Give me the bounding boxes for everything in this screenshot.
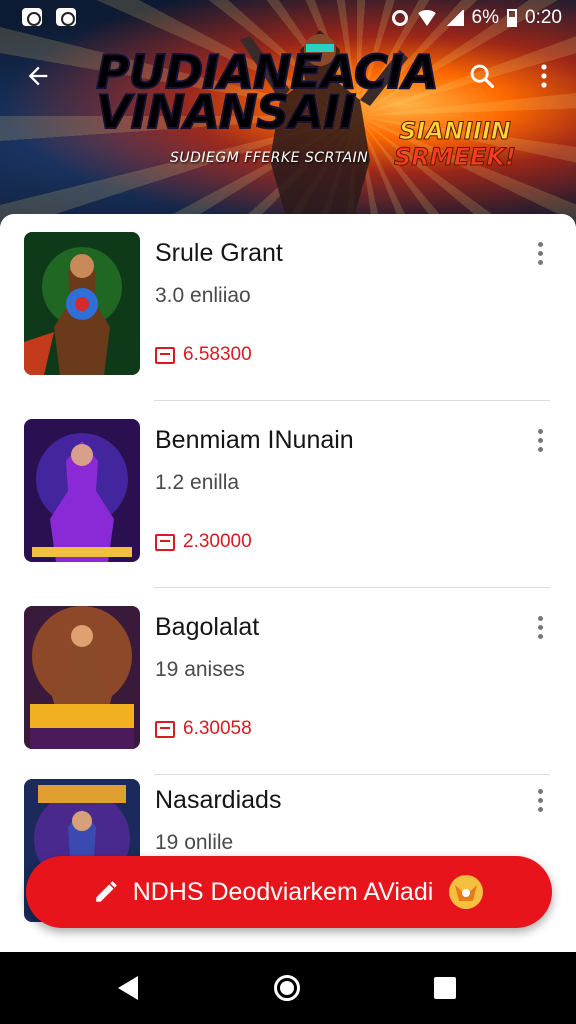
item-meta: 1.2 enilla bbox=[155, 471, 240, 494]
game-thumbnail[interactable] bbox=[24, 419, 140, 562]
item-meta: 19 anises bbox=[155, 658, 245, 681]
top-toolbar bbox=[0, 50, 576, 100]
alarm-icon bbox=[391, 10, 408, 26]
wifi-icon bbox=[415, 10, 438, 26]
pencil-icon bbox=[95, 881, 117, 902]
search-button[interactable] bbox=[462, 56, 502, 96]
arrow-left-icon bbox=[28, 66, 48, 86]
status-left bbox=[22, 8, 76, 26]
game-thumbnail[interactable] bbox=[24, 232, 140, 375]
battery-icon bbox=[507, 9, 518, 27]
status-bar: 6% 0:20 bbox=[0, 0, 576, 36]
nav-home-icon[interactable] bbox=[274, 975, 300, 1001]
hero-side-text: SIANIIIN SRMEEK! bbox=[380, 117, 530, 171]
item-more-button[interactable] bbox=[526, 785, 554, 815]
item-title: Nasardiads bbox=[155, 786, 282, 814]
clock: 0:20 bbox=[525, 7, 562, 28]
game-cover-art bbox=[24, 419, 140, 562]
app-notification-icon bbox=[56, 8, 76, 26]
primary-action-button[interactable]: NDHS Deodviarkem AViadi bbox=[26, 856, 552, 928]
item-meta: 19 onlile bbox=[155, 831, 234, 854]
item-price: 6.30058 bbox=[155, 718, 252, 740]
item-price-value: 6.30058 bbox=[183, 718, 252, 739]
price-tag-icon bbox=[155, 346, 175, 364]
item-more-button[interactable] bbox=[526, 425, 554, 455]
battery-text: 6% bbox=[471, 7, 500, 28]
hero-subtitle: SUDIEGM FFERKE SCRTAIN bbox=[170, 150, 369, 166]
game-cover-art bbox=[24, 232, 140, 375]
system-nav-bar bbox=[0, 952, 576, 1024]
item-meta: 3.0 enliiao bbox=[155, 284, 251, 307]
hero-side-line1: SIANIIIN bbox=[399, 117, 512, 145]
list-item[interactable]: Benmiam INunain 1.2 enilla 2.30000 bbox=[0, 401, 576, 588]
game-thumbnail[interactable] bbox=[24, 606, 140, 749]
item-title: Srule Grant bbox=[155, 239, 283, 267]
price-tag-icon bbox=[155, 720, 175, 738]
search-icon bbox=[470, 64, 495, 89]
game-list: Srule Grant 3.0 enliiao 6.58300 Benmiam … bbox=[0, 214, 576, 952]
item-price-value: 2.30000 bbox=[183, 531, 252, 552]
list-item[interactable]: Bagolalat 19 anises 6.30058 bbox=[0, 588, 576, 775]
item-price: 2.30000 bbox=[155, 531, 252, 553]
item-price: 6.58300 bbox=[155, 344, 252, 366]
signal-icon bbox=[445, 10, 464, 26]
nav-recent-icon[interactable] bbox=[434, 977, 456, 999]
back-button[interactable] bbox=[18, 56, 58, 96]
nav-back-icon[interactable] bbox=[118, 976, 138, 1000]
game-cover-art bbox=[24, 606, 140, 749]
notification-icon bbox=[22, 8, 42, 26]
item-title: Bagolalat bbox=[155, 613, 260, 641]
status-right: 6% 0:20 bbox=[391, 7, 562, 29]
list-item[interactable]: Srule Grant 3.0 enliiao 6.58300 bbox=[0, 214, 576, 401]
item-price-value: 6.58300 bbox=[183, 344, 252, 365]
item-more-button[interactable] bbox=[526, 612, 554, 642]
cart-icon bbox=[155, 533, 175, 551]
item-title: Benmiam INunain bbox=[155, 426, 354, 454]
more-vert-icon bbox=[541, 64, 547, 88]
hero-side-line2: SRMEEK! bbox=[394, 143, 517, 171]
more-options-button[interactable] bbox=[524, 56, 564, 96]
badge-icon bbox=[449, 875, 484, 909]
item-more-button[interactable] bbox=[526, 238, 554, 268]
primary-action-label: NDHS Deodviarkem AViadi bbox=[132, 877, 434, 906]
